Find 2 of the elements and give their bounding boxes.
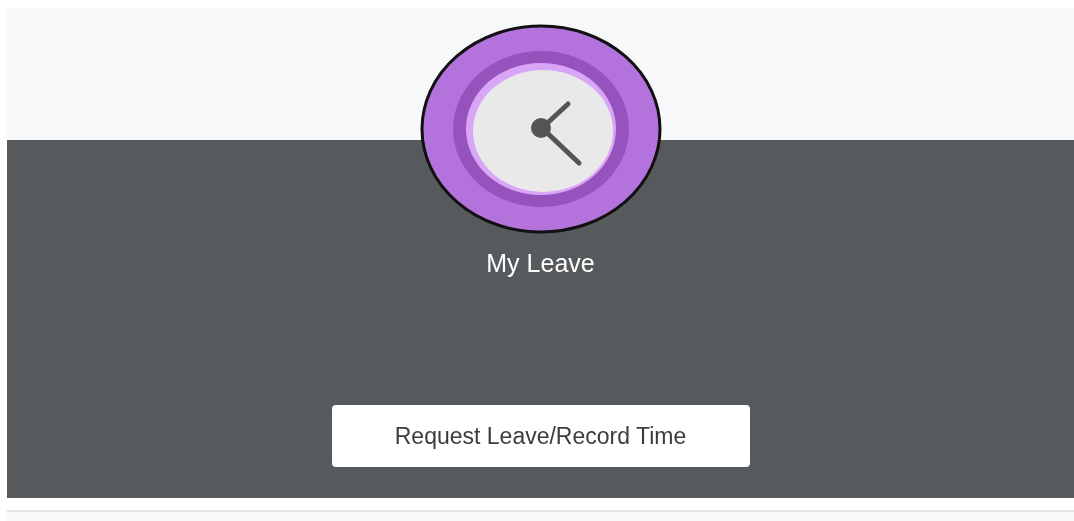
tile-title: My Leave [486,248,595,278]
request-leave-button[interactable]: Request Leave/Record Time [331,405,750,467]
